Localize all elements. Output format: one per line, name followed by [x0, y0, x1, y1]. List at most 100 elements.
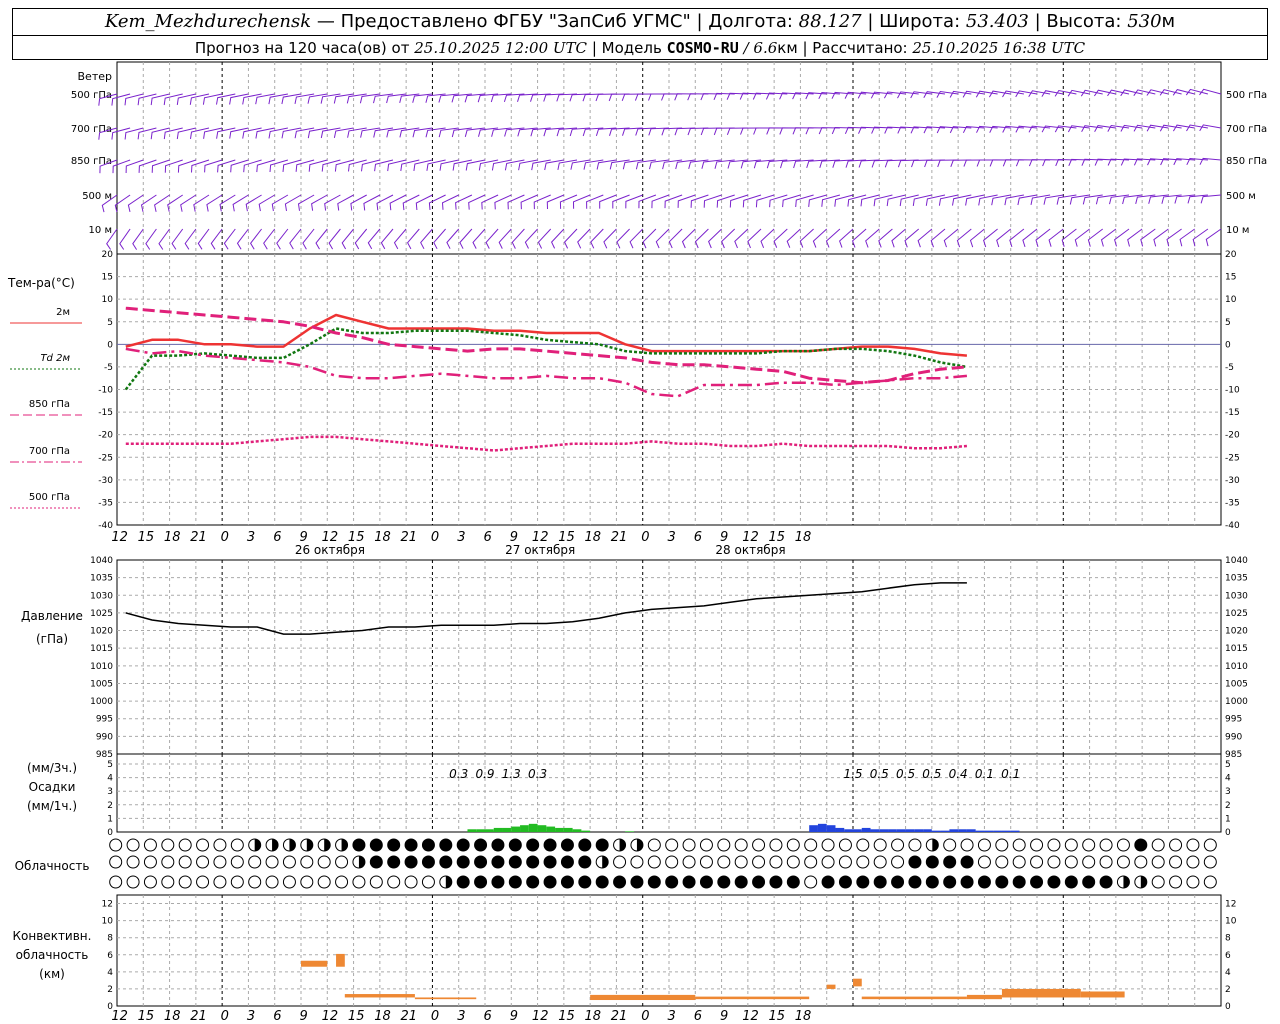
- wind-barb: [943, 228, 959, 248]
- cloud-circle: [161, 875, 175, 889]
- cloud-circle: [682, 875, 696, 889]
- cloud-circle: [1151, 875, 1165, 889]
- y-tick-label-right: 5: [1225, 318, 1231, 328]
- wind-barb: [544, 159, 564, 171]
- y-tick-label-left: 5: [107, 318, 113, 328]
- y-tick-label-left: 1010: [90, 662, 113, 672]
- cloud-symbol: [595, 855, 609, 869]
- cloud-circle: [317, 875, 331, 889]
- cloud-circle: [1186, 875, 1200, 889]
- precip-total: 0.1: [975, 767, 994, 781]
- cloud-symbol: [804, 855, 818, 869]
- wind-barb: [740, 127, 762, 135]
- cloud-symbol: [1082, 855, 1096, 869]
- y-tick-label-left: 3: [107, 787, 113, 797]
- y-tick-label-left: -5: [104, 363, 113, 373]
- pressure-series: [125, 582, 967, 635]
- wind-barb: [1028, 159, 1051, 167]
- wind-barb: [1056, 194, 1077, 205]
- conv-bar: [1080, 991, 1125, 998]
- wind-barb: [256, 159, 275, 173]
- wind-barb: [662, 159, 683, 170]
- wind-barb: [171, 228, 184, 250]
- cloud-circle: [335, 855, 349, 869]
- cloud-symbol: [526, 855, 540, 869]
- wind-barb: [206, 194, 223, 212]
- cloud-symbol: [752, 855, 766, 869]
- cloud-circle: [838, 875, 852, 889]
- conv-bar: [826, 984, 836, 989]
- wind-barb: [504, 159, 525, 171]
- cloud-symbol: [143, 838, 157, 852]
- cloud-circle: [1186, 838, 1200, 852]
- wind-barb: [255, 127, 275, 139]
- wind-barb: [925, 194, 946, 206]
- y-tick-label-left: 10: [102, 917, 114, 927]
- meteogram: Ветер 500 гПа 500 гПа 700 гПа 700 гПа 850 гПа…: [7, 61, 1267, 1024]
- precip-bar: [958, 829, 967, 832]
- precip-bar: [493, 827, 503, 832]
- conv-bar: [414, 997, 477, 1000]
- wind-barb: [1074, 228, 1090, 247]
- cloud-symbol: [491, 855, 505, 869]
- wind-barb: [531, 159, 551, 171]
- y-tick-label-right: 1040: [1225, 556, 1248, 566]
- y-tick-label-left: 0: [107, 340, 113, 350]
- wind-barb: [818, 127, 840, 135]
- wind-barb: [229, 127, 249, 139]
- cloud-circle: [491, 838, 505, 852]
- wind-barb: [834, 194, 854, 207]
- cloud-circle: [421, 875, 435, 889]
- wind-barb: [708, 228, 722, 249]
- wind-barb: [852, 228, 867, 248]
- cloud-circle: [161, 855, 175, 869]
- cloud-symbol: [1064, 855, 1078, 869]
- time-axis-bottom: 12 15 18 21 0 3 6 9 12 15 18 21 0 3 6 9 12 15 18 21 0 3 6 9 12 15…: [111, 1009, 811, 1024]
- cloud-symbol: [630, 838, 644, 852]
- cloud-circle: [317, 855, 331, 869]
- cloud-circle: [491, 855, 505, 869]
- wind-barb: [191, 159, 210, 173]
- wind-barb: [360, 127, 380, 138]
- day-label: 28 октября: [715, 543, 785, 557]
- cloud-symbol: [369, 875, 383, 889]
- y-tick-label-right: 0: [1225, 828, 1231, 838]
- wind-barb: [511, 228, 525, 249]
- y-tick-label-left: 12: [102, 900, 113, 910]
- wind-barb: [346, 93, 367, 104]
- precip-bar: [914, 829, 924, 832]
- wind-barb: [320, 127, 341, 139]
- wind-barb: [897, 159, 919, 168]
- cloud-half: [932, 839, 939, 851]
- precip-total: 0.9: [475, 767, 494, 781]
- conv-label: облачность: [16, 948, 89, 962]
- wind-barb: [844, 91, 867, 99]
- cloud-symbol: [196, 855, 210, 869]
- wind-barb: [936, 90, 959, 98]
- cloud-symbol: [456, 838, 470, 852]
- cloud-symbol: [908, 838, 922, 852]
- cloud-symbol: [578, 855, 592, 869]
- cloud-symbol: [752, 875, 766, 889]
- cloud-circle: [838, 855, 852, 869]
- wind-barb: [386, 93, 407, 104]
- wind-barb: [956, 228, 972, 248]
- y-tick-label-right: -10: [1225, 386, 1240, 396]
- wind-barb: [154, 194, 170, 212]
- cloud-symbol: [213, 875, 227, 889]
- wind-barb: [320, 93, 341, 104]
- cloud-symbol: [421, 875, 435, 889]
- cloud-symbol: [613, 855, 627, 869]
- cloud-symbol: [960, 838, 974, 852]
- cloud-symbol: [143, 855, 157, 869]
- cloud-symbol: [300, 855, 314, 869]
- wind-barb: [1140, 228, 1156, 247]
- cloud-circle: [369, 855, 383, 869]
- cloud-circle: [161, 838, 175, 852]
- cloud-circle: [699, 855, 713, 869]
- cloud-circle: [665, 855, 679, 869]
- cloud-circle: [734, 855, 748, 869]
- cloud-symbol: [335, 838, 349, 852]
- cloud-symbol: [508, 838, 522, 852]
- cloud-symbol: [699, 875, 713, 889]
